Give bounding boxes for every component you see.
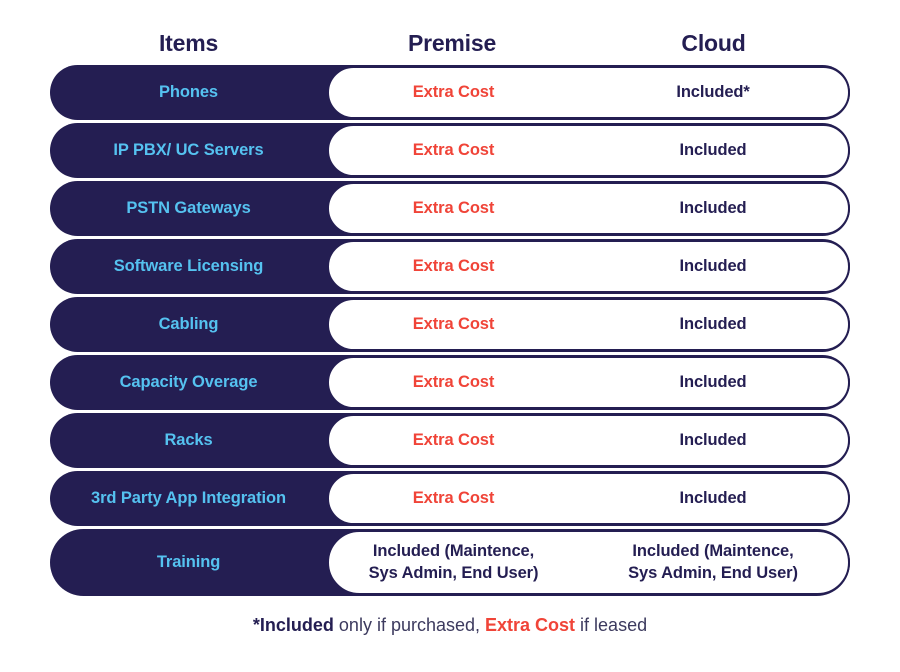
cell-premise: Extra Cost [412, 314, 495, 333]
cell-premise: Included (Maintence, Sys Admin, End User… [368, 541, 539, 582]
row-item-label: PSTN Gateways [126, 199, 251, 217]
row-values-panel: Extra Cost Included [327, 472, 850, 525]
row-item-label: Training [156, 553, 221, 571]
row-item-label: Phones [159, 83, 218, 101]
row-values-panel: Extra Cost Included* [327, 66, 850, 119]
cell-cloud: Included* [676, 82, 750, 101]
table-row: Capacity Overage Extra Cost Included [50, 355, 850, 410]
footnote-included: *Included [252, 615, 334, 635]
row-item-label: IP PBX/ UC Servers [113, 141, 264, 159]
table-row: Cabling Extra Cost Included [50, 297, 850, 352]
row-item-label: Racks [164, 431, 213, 449]
cell-cloud: Included [679, 140, 747, 159]
table-body: Phones Extra Cost Included* IP PBX/ UC Serv… [50, 65, 850, 596]
table-row: Phones Extra Cost Included* [50, 65, 850, 120]
cell-cloud: Included [679, 198, 747, 217]
cell-cloud: Included [679, 314, 747, 333]
column-header-items: Items [158, 29, 219, 56]
table-row: PSTN Gateways Extra Cost Included [50, 181, 850, 236]
row-values-panel: Extra Cost Included [327, 124, 850, 177]
table-row: Software Licensing Extra Cost Included [50, 239, 850, 294]
cell-cloud: Included [679, 430, 747, 449]
table-header: Items Premise Cloud [50, 26, 850, 60]
row-item-label: Software Licensing [113, 257, 264, 275]
row-values-panel: Included (Maintence, Sys Admin, End User… [327, 530, 850, 595]
footnote-extra-cost: Extra Cost [485, 615, 576, 635]
row-values-panel: Extra Cost Included [327, 240, 850, 293]
cell-premise: Extra Cost [412, 430, 495, 449]
column-header-premise: Premise [407, 29, 497, 56]
footnote: *Included only if purchased, Extra Cost … [0, 615, 900, 636]
cell-cloud: Included [679, 488, 747, 507]
column-header-cloud: Cloud [681, 29, 746, 56]
cell-premise: Extra Cost [412, 198, 495, 217]
cell-cloud: Included [679, 372, 747, 391]
row-values-panel: Extra Cost Included [327, 298, 850, 351]
row-item-label: Capacity Overage [119, 373, 258, 391]
row-values-panel: Extra Cost Included [327, 414, 850, 467]
row-item-label: 3rd Party App Integration [91, 489, 286, 507]
comparison-table: Items Premise Cloud Phones Extra Cost Incl… [0, 0, 900, 672]
footnote-middle: only if purchased, [333, 615, 486, 635]
row-values-panel: Extra Cost Included [327, 356, 850, 409]
table-row: 3rd Party App Integration Extra Cost Inclu… [50, 471, 850, 526]
table-row: Racks Extra Cost Included [50, 413, 850, 468]
cell-premise: Extra Cost [412, 372, 495, 391]
row-item-label: Cabling [158, 315, 219, 333]
table-row: Training Included (Maintence, Sys Admin, … [50, 529, 850, 596]
cell-cloud: Included [679, 256, 747, 275]
cell-premise: Extra Cost [412, 140, 495, 159]
cell-cloud: Included (Maintence, Sys Admin, End User… [628, 541, 798, 582]
cell-premise: Extra Cost [412, 488, 495, 507]
table-row: IP PBX/ UC Servers Extra Cost Included [50, 123, 850, 178]
cell-premise: Extra Cost [412, 82, 495, 101]
row-values-panel: Extra Cost Included [327, 182, 850, 235]
footnote-tail: if leased [575, 615, 648, 635]
cell-premise: Extra Cost [412, 256, 495, 275]
